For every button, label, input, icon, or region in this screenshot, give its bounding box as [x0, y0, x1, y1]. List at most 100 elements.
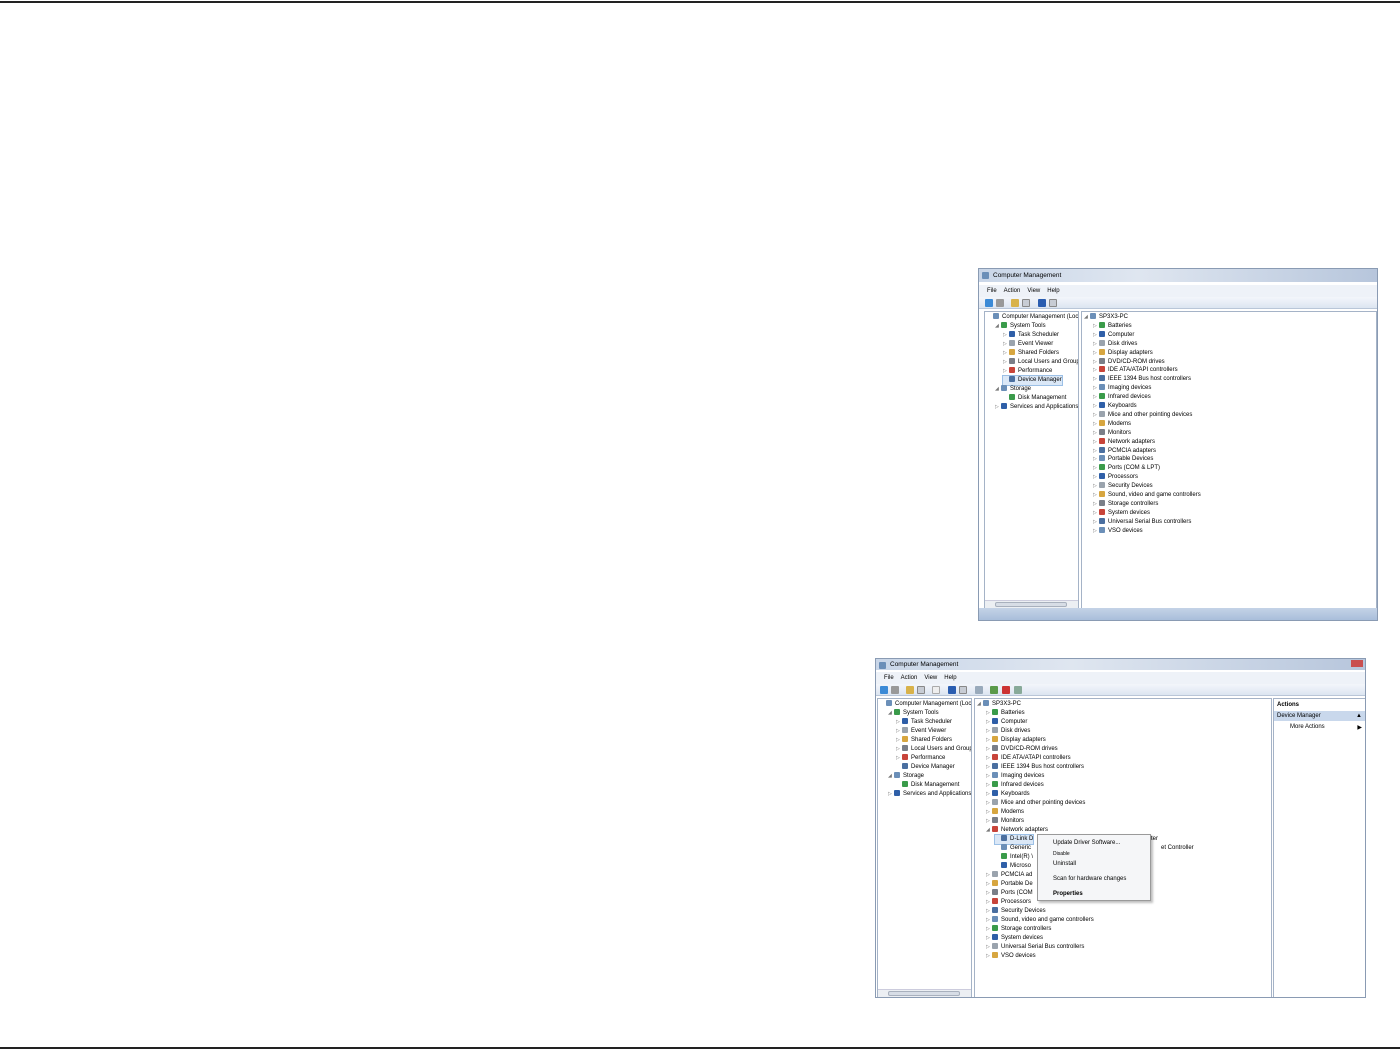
- properties-icon[interactable]: [959, 686, 967, 694]
- tree-item[interactable]: Disk Management: [896, 781, 959, 790]
- tree-item[interactable]: ◢ SP3X3-PC: [1084, 313, 1128, 322]
- tree-item[interactable]: ▷ VSO devices: [986, 952, 1036, 961]
- tree-item[interactable]: Device Manager: [1002, 375, 1063, 386]
- tree-item[interactable]: ▷ Display adapters: [1093, 348, 1153, 358]
- tree-item[interactable]: ▷ Shared Folders: [896, 736, 952, 745]
- tree-item[interactable]: ▷ Services and Applications: [888, 790, 971, 799]
- back-icon[interactable]: [880, 686, 888, 694]
- tree-item[interactable]: ▷ Disk drives: [986, 727, 1030, 736]
- tree-item[interactable]: Intel(R) \: [995, 853, 1033, 862]
- tree-item[interactable]: ▷ Local Users and Groups: [1003, 358, 1078, 367]
- collapse-icon[interactable]: ▲: [1356, 711, 1362, 721]
- tree-item[interactable]: ▷ IDE ATA/ATAPI controllers: [986, 754, 1071, 763]
- tree-item[interactable]: ▷ Computer: [986, 718, 1027, 727]
- tree-item[interactable]: ▷ Mice and other pointing devices: [1093, 410, 1192, 420]
- tree-item[interactable]: D-Link D: [993, 834, 1035, 845]
- properties-icon[interactable]: [1049, 299, 1057, 307]
- tree-item[interactable]: ◢ SP3X3-PC: [977, 700, 1021, 709]
- tree-item[interactable]: ▷ Batteries: [986, 709, 1025, 718]
- forward-icon[interactable]: [996, 299, 1004, 307]
- tree-item[interactable]: ▷ Security Devices: [986, 907, 1046, 916]
- tree-item[interactable]: ▷ VSO devices: [1093, 526, 1143, 536]
- menu-view[interactable]: View: [924, 675, 937, 681]
- scan-hardware-icon[interactable]: [975, 686, 983, 694]
- close-button[interactable]: [1351, 660, 1363, 667]
- tree-item[interactable]: ▷ Monitors: [1093, 428, 1131, 438]
- menu-file[interactable]: File: [987, 288, 997, 294]
- tree-item[interactable]: ▷ Disk drives: [1093, 339, 1137, 349]
- horizontal-scrollbar[interactable]: [878, 989, 971, 997]
- show-hide-tree-icon[interactable]: [1022, 299, 1030, 307]
- help-icon[interactable]: [948, 686, 956, 694]
- tree-item[interactable]: ▷ Display adapters: [986, 736, 1046, 745]
- tree-item[interactable]: Device Manager: [896, 763, 955, 772]
- tree-item[interactable]: ▷ Sound, video and game controllers: [1093, 491, 1201, 500]
- uninstall-icon[interactable]: [1002, 686, 1010, 694]
- enable-icon[interactable]: [1014, 686, 1022, 694]
- tree-item[interactable]: Disk Management: [1003, 394, 1066, 403]
- actions-section-device-manager[interactable]: Device Manager ▲: [1274, 711, 1365, 721]
- tree-item[interactable]: ▷ Local Users and Groups: [896, 745, 971, 754]
- tree-item[interactable]: ◢ System Tools: [995, 322, 1046, 331]
- up-folder-icon[interactable]: [1011, 299, 1019, 307]
- tree-item[interactable]: ▷ Ports (COM & LPT): [1093, 464, 1160, 473]
- tree-item[interactable]: ▷ Infrared devices: [986, 781, 1044, 790]
- tree-item[interactable]: ▷ PCMCIA adapters: [1093, 446, 1156, 456]
- export-icon[interactable]: [932, 686, 940, 694]
- tree-item[interactable]: ▷ Storage controllers: [986, 925, 1051, 934]
- tree-item[interactable]: ▷ Monitors: [986, 817, 1024, 826]
- tree-item[interactable]: ▷ Storage controllers: [1093, 499, 1158, 509]
- tree-item[interactable]: ▷ Modems: [986, 808, 1024, 817]
- menu-view[interactable]: View: [1027, 288, 1040, 294]
- tree-item[interactable]: ▷ Batteries: [1093, 321, 1132, 331]
- tree-item[interactable]: ▷ System devices: [1093, 508, 1150, 518]
- tree-item[interactable]: ▷ Keyboards: [1093, 402, 1137, 411]
- tree-item[interactable]: ▷ Event Viewer: [896, 727, 946, 736]
- tree-item[interactable]: ◢ Storage: [888, 772, 924, 781]
- menu-item-scan-hardware[interactable]: Scan for hardware changes: [1053, 876, 1126, 882]
- tree-item[interactable]: Generic: [995, 844, 1031, 853]
- menu-item-properties[interactable]: Properties: [1053, 891, 1083, 897]
- tree-item[interactable]: ▷ IEEE 1394 Bus host controllers: [986, 763, 1084, 772]
- tree-item[interactable]: ▷ Shared Folders: [1003, 349, 1059, 358]
- tree-item[interactable]: ▷ Imaging devices: [986, 772, 1044, 781]
- tree-item[interactable]: Computer Management (Local: [880, 700, 971, 709]
- tree-item[interactable]: ◢ System Tools: [888, 709, 939, 718]
- more-actions-item[interactable]: More Actions ▶: [1290, 724, 1365, 731]
- menu-help[interactable]: Help: [1047, 288, 1059, 294]
- back-icon[interactable]: [985, 299, 993, 307]
- tree-item[interactable]: ▷ Event Viewer: [1003, 340, 1053, 349]
- menu-item-update-driver[interactable]: Update Driver Software...: [1053, 840, 1120, 846]
- tree-item[interactable]: ▷ IDE ATA/ATAPI controllers: [1093, 366, 1178, 375]
- tree-item[interactable]: ▷ Imaging devices: [1093, 384, 1151, 393]
- menu-item-disable[interactable]: Disable: [1053, 851, 1070, 857]
- tree-item[interactable]: ▷ DVD/CD-ROM drives: [986, 745, 1058, 754]
- tree-item[interactable]: ▷ Modems: [1093, 419, 1131, 429]
- tree-item[interactable]: ▷ Sound, video and game controllers: [986, 916, 1094, 925]
- tree-item[interactable]: ▷ Portable Devices: [1093, 455, 1153, 464]
- tree-item[interactable]: ▷ IEEE 1394 Bus host controllers: [1093, 375, 1191, 384]
- tree-item[interactable]: ▷ Universal Serial Bus controllers: [1093, 517, 1191, 527]
- show-hide-tree-icon[interactable]: [917, 686, 925, 694]
- tree-item[interactable]: ▷ Computer: [1093, 330, 1134, 340]
- menu-action[interactable]: Action: [901, 675, 918, 681]
- tree-item[interactable]: ▷ PCMCIA ad: [986, 871, 1032, 880]
- tree-item[interactable]: Computer Management (Local: [987, 313, 1078, 322]
- tree-item[interactable]: ▷ Keyboards: [986, 790, 1030, 799]
- tree-item[interactable]: ▷ Services and Applications: [995, 403, 1078, 412]
- tree-item[interactable]: ▷ Processors: [986, 898, 1031, 907]
- tree-item[interactable]: ▷ Task Scheduler: [1003, 331, 1059, 340]
- menu-action[interactable]: Action: [1004, 288, 1021, 294]
- forward-icon[interactable]: [891, 686, 899, 694]
- tree-item[interactable]: ▷ Ports (COM: [986, 889, 1033, 898]
- tree-item[interactable]: ▷ Processors: [1093, 473, 1138, 482]
- tree-item[interactable]: ▷ Mice and other pointing devices: [986, 799, 1085, 808]
- tree-item[interactable]: Microso: [995, 862, 1031, 871]
- horizontal-scrollbar[interactable]: [985, 600, 1078, 608]
- tree-item[interactable]: ◢ Storage: [995, 385, 1031, 394]
- help-icon[interactable]: [1038, 299, 1046, 307]
- tree-item[interactable]: ▷ Infrared devices: [1093, 393, 1151, 402]
- tree-item[interactable]: ▷ Performance: [896, 754, 945, 763]
- up-folder-icon[interactable]: [906, 686, 914, 694]
- tree-item[interactable]: ▷ Network adapters: [1093, 437, 1155, 447]
